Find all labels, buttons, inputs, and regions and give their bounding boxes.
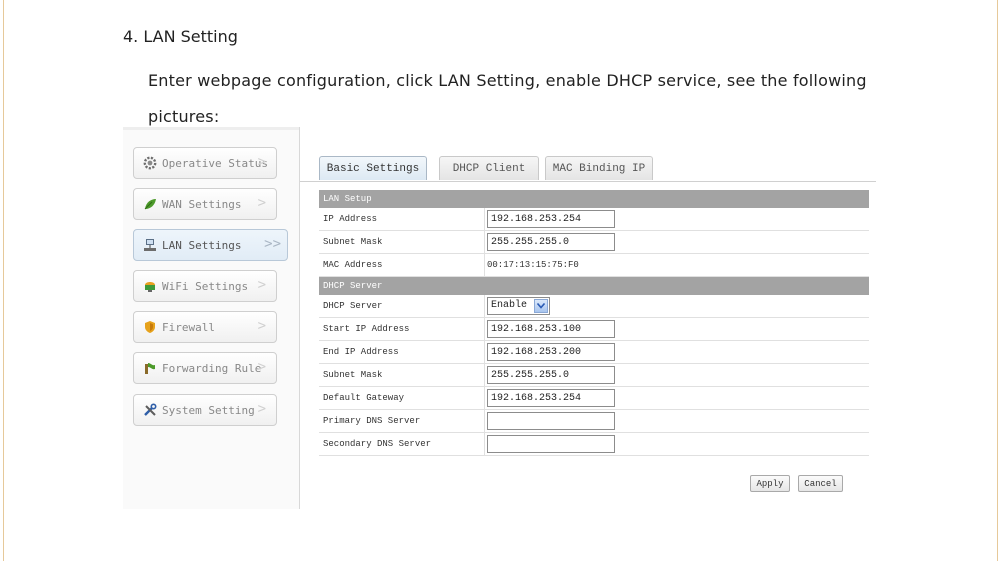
chevron-right-icon: > xyxy=(257,154,266,170)
table-row: Primary DNS Server xyxy=(319,410,869,433)
section-header-lan-setup: LAN Setup xyxy=(319,190,869,208)
sidebar-item-label: WAN Settings xyxy=(162,197,242,211)
tools-icon xyxy=(143,403,157,417)
sidebar-item-label: Operative Status xyxy=(162,156,268,170)
settings-panel: Basic Settings DHCP Client MAC Binding I… xyxy=(299,127,876,509)
sidebar-item-label: WiFi Settings xyxy=(162,279,249,293)
table-row: Secondary DNS Server xyxy=(319,433,869,456)
sidebar-item-forwarding-rule[interactable]: Forwarding Rule > xyxy=(133,352,277,384)
table-row: Start IP Address xyxy=(319,318,869,341)
table-row: Subnet Mask xyxy=(319,231,869,254)
table-row: Default Gateway xyxy=(319,387,869,410)
sidebar-item-wifi-settings[interactable]: WiFi Settings > xyxy=(133,270,277,302)
chevron-right-icon: > xyxy=(257,359,266,375)
secondary-dns-label: Secondary DNS Server xyxy=(323,439,432,449)
subnet-mask-label: Subnet Mask xyxy=(323,237,383,247)
end-ip-label: End IP Address xyxy=(323,347,399,357)
ip-address-label: IP Address xyxy=(323,214,378,224)
secondary-dns-input[interactable] xyxy=(487,435,615,453)
leaf-icon xyxy=(143,197,157,211)
dhcp-server-label: DHCP Server xyxy=(323,301,383,311)
table-row: DHCP Server Enable xyxy=(319,295,869,318)
dhcp-subnet-mask-label: Subnet Mask xyxy=(323,370,383,380)
forwarding-icon xyxy=(143,361,157,375)
default-gateway-input[interactable] xyxy=(487,389,615,407)
page-margin-rule-right xyxy=(997,0,998,561)
gear-icon xyxy=(143,156,157,170)
router-icon xyxy=(143,279,157,293)
mac-address-label: MAC Address xyxy=(323,260,383,270)
default-gateway-label: Default Gateway xyxy=(323,393,405,403)
ip-address-input[interactable] xyxy=(487,210,615,228)
table-row: IP Address xyxy=(319,208,869,231)
sidebar-item-system-setting[interactable]: System Setting > xyxy=(133,394,277,426)
chevron-right-icon: > xyxy=(257,195,266,211)
primary-dns-input[interactable] xyxy=(487,412,615,430)
cancel-button[interactable]: Cancel xyxy=(798,475,843,492)
section-heading: 4. LAN Setting xyxy=(123,27,238,46)
end-ip-input[interactable] xyxy=(487,343,615,361)
chevron-right-icon: > xyxy=(257,401,266,417)
apply-button[interactable]: Apply xyxy=(750,475,790,492)
sidebar-item-operative-status[interactable]: Operative Status > xyxy=(133,147,277,179)
dhcp-server-select[interactable]: Enable xyxy=(487,297,550,315)
chevron-right-icon: > xyxy=(257,318,266,334)
table-row: Subnet Mask xyxy=(319,364,869,387)
dhcp-subnet-mask-input[interactable] xyxy=(487,366,615,384)
router-config-screenshot: Operative Status > WAN Settings > LAN Se… xyxy=(123,127,876,509)
mac-address-value: 00:17:13:15:75:F0 xyxy=(487,260,579,270)
sidebar-item-label: System Setting xyxy=(162,403,255,417)
chevron-down-icon[interactable] xyxy=(534,299,548,313)
start-ip-input[interactable] xyxy=(487,320,615,338)
sidebar-item-firewall[interactable]: Firewall > xyxy=(133,311,277,343)
table-row: MAC Address 00:17:13:15:75:F0 xyxy=(319,254,869,277)
tab-dhcp-client[interactable]: DHCP Client xyxy=(439,156,539,180)
start-ip-label: Start IP Address xyxy=(323,324,410,334)
sidebar-item-lan-settings[interactable]: LAN Settings >> xyxy=(133,229,288,261)
instruction-paragraph: Enter webpage configuration, click LAN S… xyxy=(148,71,867,126)
sidebar-item-label: LAN Settings xyxy=(162,238,242,252)
settings-table: LAN Setup IP Address Subnet Mask MAC Add… xyxy=(319,190,869,456)
page-margin-rule-left xyxy=(3,0,4,561)
chevron-right-icon: > xyxy=(257,277,266,293)
sidebar-item-label: Forwarding Rule xyxy=(162,361,262,375)
sidebar-item-label: Firewall xyxy=(162,320,215,334)
section-header-dhcp-server: DHCP Server xyxy=(319,277,869,295)
subnet-mask-input[interactable] xyxy=(487,233,615,251)
double-chevron-right-icon: >> xyxy=(264,236,281,252)
shield-icon xyxy=(143,320,157,334)
tab-basic-settings[interactable]: Basic Settings xyxy=(319,156,427,180)
sidebar-item-wan-settings[interactable]: WAN Settings > xyxy=(133,188,277,220)
network-icon xyxy=(143,238,157,252)
sidebar: Operative Status > WAN Settings > LAN Se… xyxy=(123,127,299,509)
table-row: End IP Address xyxy=(319,341,869,364)
dhcp-server-selected-value: Enable xyxy=(491,300,528,311)
tab-mac-binding-ip[interactable]: MAC Binding IP xyxy=(545,156,653,180)
tab-bar: Basic Settings DHCP Client MAC Binding I… xyxy=(300,147,876,182)
primary-dns-label: Primary DNS Server xyxy=(323,416,421,426)
